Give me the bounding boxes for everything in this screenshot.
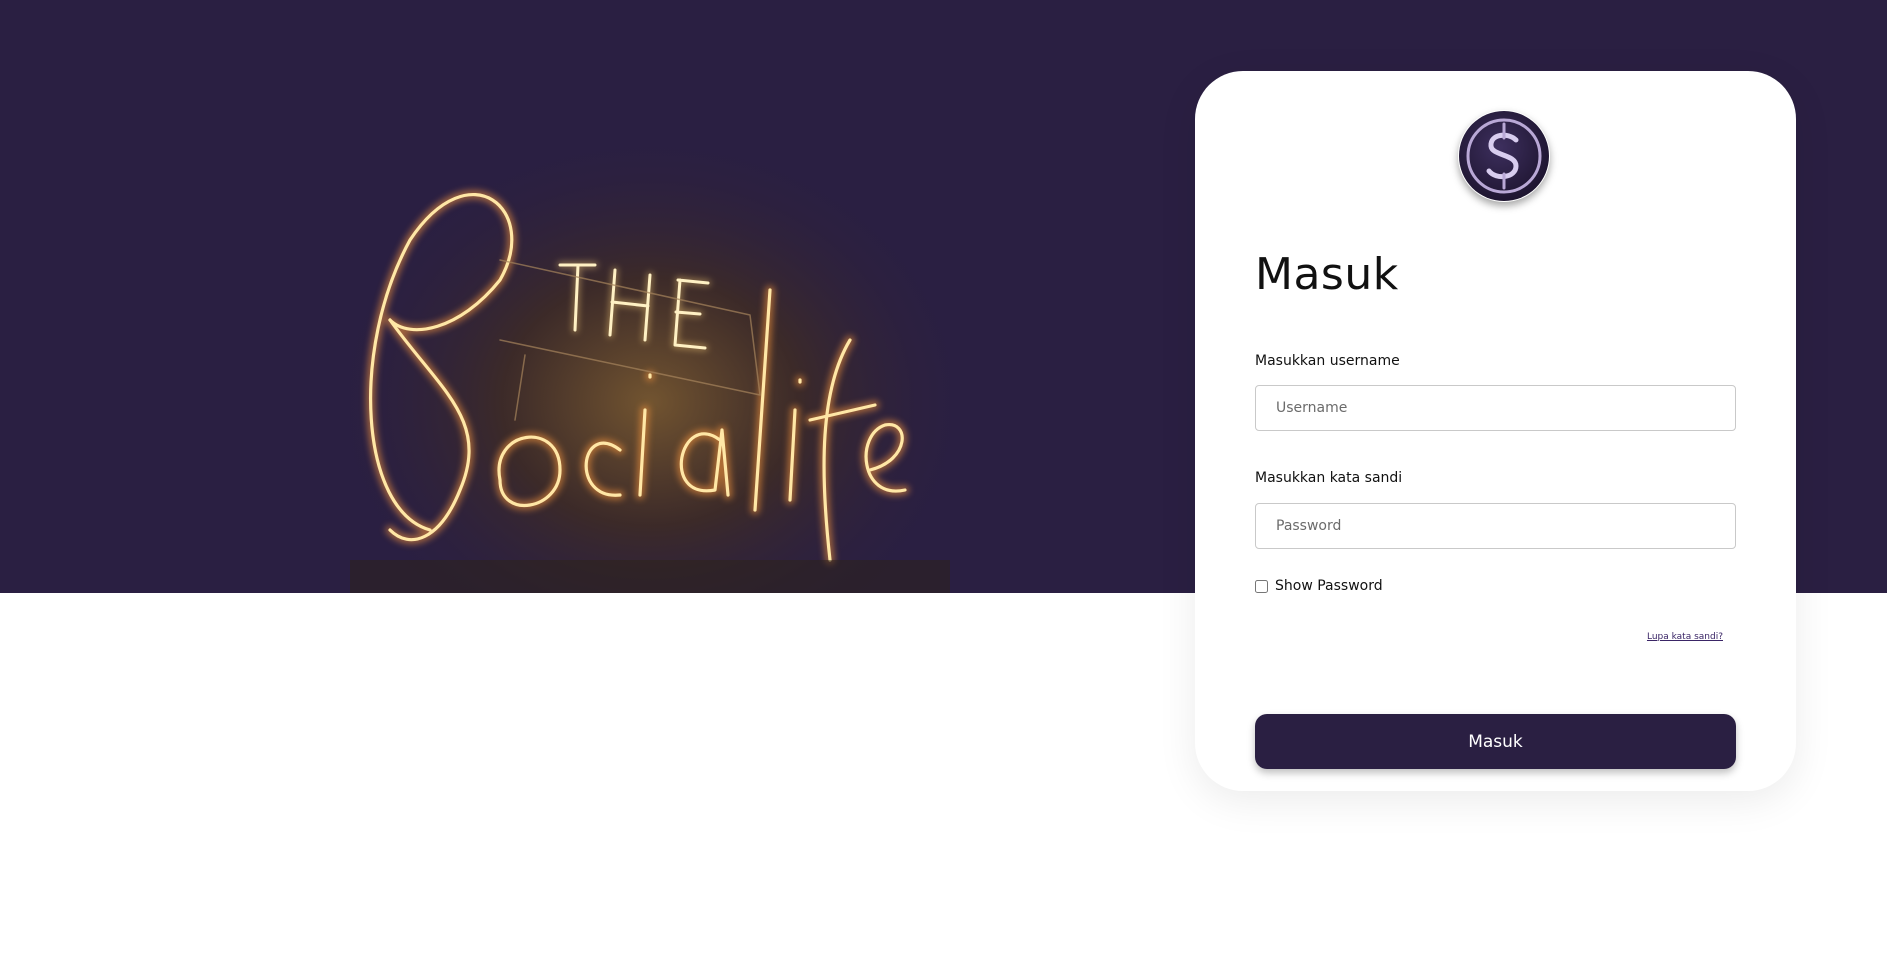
username-label: Masukkan username	[1255, 353, 1400, 369]
show-password-row: Show Password	[1255, 578, 1383, 594]
login-card: Masuk Masukkan username Masukkan kata sa…	[1195, 71, 1796, 791]
login-page: Masuk Masukkan username Masukkan kata sa…	[0, 0, 1887, 964]
show-password-label[interactable]: Show Password	[1275, 578, 1383, 594]
username-input[interactable]	[1255, 385, 1736, 431]
password-input[interactable]	[1255, 503, 1736, 549]
password-label: Masukkan kata sandi	[1255, 470, 1403, 486]
page-title: Masuk	[1255, 249, 1399, 300]
hero-neon-sign-image	[350, 90, 950, 593]
forgot-password-link[interactable]: Lupa kata sandi?	[1647, 632, 1723, 642]
show-password-checkbox[interactable]	[1255, 579, 1268, 593]
socialite-s-logo-icon	[1458, 110, 1550, 202]
login-submit-button[interactable]: Masuk	[1255, 714, 1736, 769]
